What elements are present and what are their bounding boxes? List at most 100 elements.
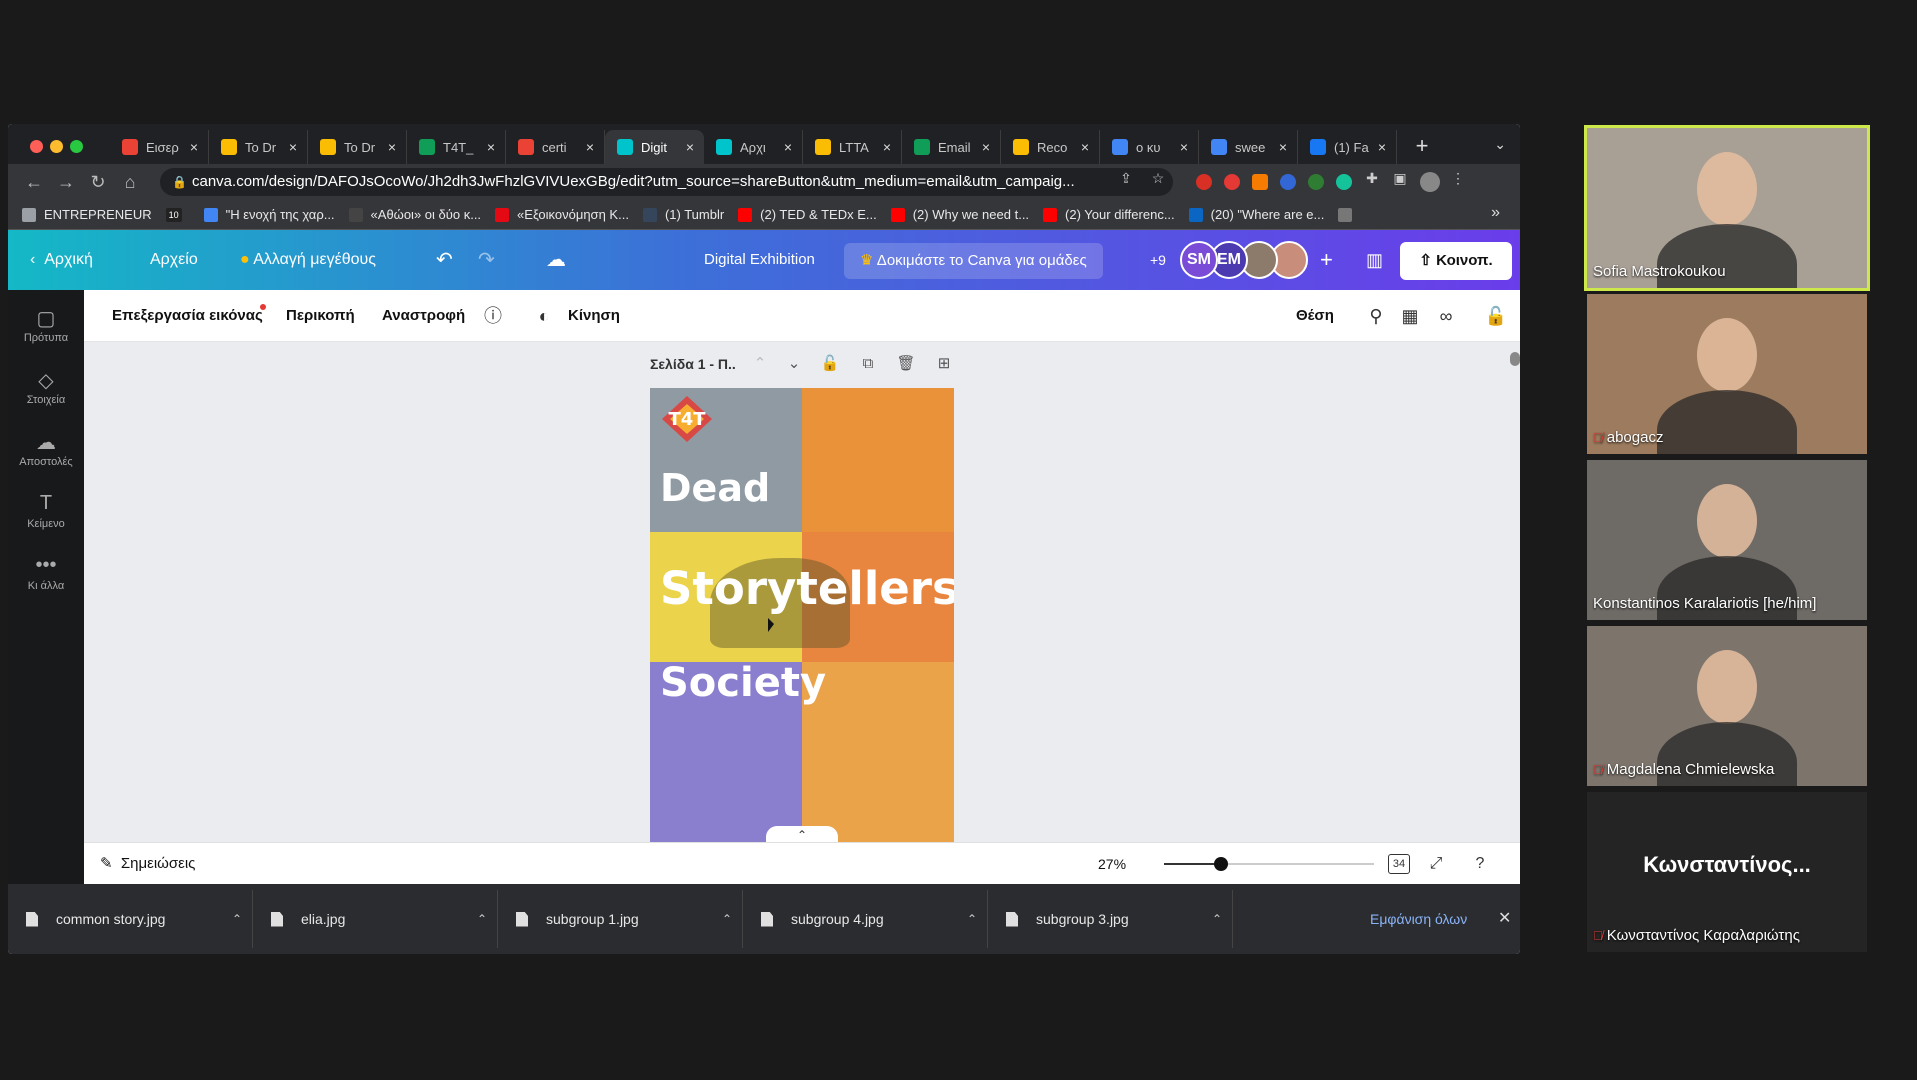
- browser-tab[interactable]: LTTA ×: [803, 130, 902, 164]
- design-text-line-3[interactable]: Society: [660, 660, 826, 706]
- bookmark-star-icon[interactable]: ☆: [1148, 170, 1168, 186]
- sidebar-item-more[interactable]: ••• Κι άλλα: [8, 554, 84, 592]
- browser-tab[interactable]: To Dr ×: [209, 130, 308, 164]
- design-text-line-1[interactable]: Dead: [660, 466, 770, 510]
- close-icon[interactable]: ✕: [1498, 884, 1511, 954]
- design-title[interactable]: Digital Exhibition: [704, 230, 815, 290]
- browser-tab[interactable]: Reco ×: [1001, 130, 1100, 164]
- participant-tile[interactable]: Κωνσταντίνος... 🎙̸ Κωνσταντίνος Καραλαριώτ…: [1587, 792, 1867, 952]
- animate-button[interactable]: Κίνηση: [568, 290, 620, 342]
- profile-avatar[interactable]: [1420, 172, 1440, 192]
- collaborator-avatar[interactable]: SM: [1180, 241, 1218, 279]
- notes-button[interactable]: ✎ Σημειώσεις: [100, 843, 195, 885]
- show-all-downloads-link[interactable]: Εμφάνιση όλων: [1370, 884, 1467, 954]
- close-tab-icon[interactable]: ×: [1176, 139, 1192, 155]
- zoom-percentage[interactable]: 27%: [1098, 843, 1126, 885]
- participant-tile[interactable]: 🎙̸ abogacz: [1587, 294, 1867, 454]
- share-page-icon[interactable]: ⇪: [1116, 170, 1136, 186]
- browser-tab[interactable]: Αρχι ×: [704, 130, 803, 164]
- reload-icon[interactable]: ↻: [86, 170, 110, 194]
- scrollbar-thumb[interactable]: [1510, 352, 1520, 366]
- home-icon[interactable]: ⌂: [118, 170, 142, 194]
- close-tab-icon[interactable]: ×: [682, 139, 698, 155]
- download-item[interactable]: subgroup 1.jpg ⌃: [498, 890, 743, 948]
- sidebar-item-templates[interactable]: ▢ Πρότυπα: [8, 306, 84, 344]
- bookmark-item[interactable]: (2) Why we need t...: [890, 207, 1029, 222]
- participant-tile[interactable]: Konstantinos Karalariotis [he/him]: [1587, 460, 1867, 620]
- sidebar-item-text[interactable]: T Κείμενο: [8, 492, 84, 530]
- zoom-window-button[interactable]: [70, 140, 83, 153]
- chevron-up-icon[interactable]: ⌃: [750, 354, 770, 374]
- side-panel-icon[interactable]: ▣: [1390, 170, 1410, 186]
- close-tab-icon[interactable]: ×: [1374, 139, 1390, 155]
- add-page-icon[interactable]: ⊞: [934, 354, 954, 374]
- insights-chart-icon[interactable]: ▥: [1366, 230, 1383, 290]
- browser-menu-icon[interactable]: ⋮: [1448, 170, 1468, 186]
- browser-tab[interactable]: (1) Fa ×: [1298, 130, 1397, 164]
- bookmark-item[interactable]: ENTREPRENEUR: [22, 207, 152, 222]
- sidebar-item-elements[interactable]: ◇ Στοιχεία: [8, 368, 84, 406]
- resize-button[interactable]: ● Αλλαγή μεγέθους: [240, 230, 376, 290]
- chevron-up-icon[interactable]: ⌃: [957, 912, 987, 926]
- page-count-button[interactable]: 34: [1388, 854, 1410, 874]
- participant-tile[interactable]: Sofia Mastrokoukou: [1584, 125, 1870, 291]
- new-tab-button[interactable]: +: [1408, 132, 1436, 160]
- try-canva-teams-button[interactable]: ♛ Δοκιμάστε το Canva για ομάδες: [844, 243, 1103, 279]
- add-collaborator-icon[interactable]: +: [1320, 230, 1333, 290]
- minimize-window-button[interactable]: [50, 140, 63, 153]
- chevron-up-icon[interactable]: ⌃: [712, 912, 742, 926]
- close-tab-icon[interactable]: ×: [285, 139, 301, 155]
- more-collaborators-count[interactable]: +9: [1150, 230, 1166, 290]
- evernote-icon[interactable]: [1308, 174, 1324, 190]
- close-tab-icon[interactable]: ×: [186, 139, 202, 155]
- extensions-puzzle-icon[interactable]: ✚: [1362, 170, 1382, 186]
- fullscreen-icon[interactable]: ⤢: [1424, 853, 1448, 875]
- design-text-line-2[interactable]: Storytellers: [660, 562, 954, 615]
- bookmark-item[interactable]: [1338, 207, 1360, 222]
- lock-page-icon[interactable]: 🔓: [820, 354, 840, 374]
- chevron-up-icon[interactable]: ⌃: [222, 912, 252, 926]
- design-canvas[interactable]: Σελίδα 1 - Π.. ⌃ ⌄ 🔓 ⧉ 🗑 ⊞ T4T Dead Stor…: [84, 342, 1506, 842]
- undo-icon[interactable]: ↶: [436, 230, 453, 290]
- design-page[interactable]: T4T Dead Storytellers Society ⌃: [650, 388, 954, 842]
- address-bar[interactable]: 🔒 canva.com/design/DAFOJsOcoWo/Jh2dh3JwF…: [160, 168, 1173, 196]
- duplicate-page-icon[interactable]: ⧉: [858, 354, 878, 374]
- page-label[interactable]: Σελίδα 1 - Π..: [650, 356, 736, 372]
- browser-tab[interactable]: Εισερ ×: [110, 130, 209, 164]
- forward-arrow-icon[interactable]: →: [54, 170, 78, 194]
- info-icon[interactable]: ⓘ: [481, 304, 505, 328]
- back-arrow-icon[interactable]: ←: [22, 170, 46, 194]
- paint-roller-icon[interactable]: ⚲: [1364, 304, 1388, 328]
- link-icon[interactable]: ∞: [1434, 304, 1458, 328]
- file-menu[interactable]: Αρχείο: [150, 230, 198, 290]
- download-item[interactable]: subgroup 3.jpg ⌃: [988, 890, 1233, 948]
- close-tab-icon[interactable]: ×: [780, 139, 796, 155]
- close-tab-icon[interactable]: ×: [1077, 139, 1093, 155]
- animate-icon[interactable]: ◐: [532, 304, 556, 328]
- close-window-button[interactable]: [30, 140, 43, 153]
- position-button[interactable]: Θέση: [1296, 290, 1334, 342]
- grammarly-icon[interactable]: [1336, 174, 1352, 190]
- delete-page-icon[interactable]: 🗑: [896, 354, 916, 374]
- bookmark-item[interactable]: (20) "Where are e...: [1188, 207, 1324, 222]
- browser-tab[interactable]: Digit ×: [605, 130, 704, 164]
- download-item[interactable]: common story.jpg ⌃: [8, 890, 253, 948]
- close-tab-icon[interactable]: ×: [483, 139, 499, 155]
- browser-tab[interactable]: certi ×: [506, 130, 605, 164]
- bookmark-item[interactable]: "Η ενοχή της χαρ...: [203, 207, 335, 222]
- chevron-up-icon[interactable]: ⌃: [467, 912, 497, 926]
- browser-tab[interactable]: Email ×: [902, 130, 1001, 164]
- bookmark-item[interactable]: (2) Your differenc...: [1043, 207, 1175, 222]
- zoom-slider[interactable]: [1164, 857, 1374, 871]
- close-tab-icon[interactable]: ×: [384, 139, 400, 155]
- transparency-icon[interactable]: ▦: [1398, 304, 1422, 328]
- extension-red-icon[interactable]: [1196, 174, 1212, 190]
- show-pages-chevron-icon[interactable]: ⌃: [766, 826, 838, 842]
- close-tab-icon[interactable]: ×: [879, 139, 895, 155]
- cloud-saved-icon[interactable]: ☁: [546, 230, 566, 290]
- bookmark-item[interactable]: (2) TED & TEDx E...: [738, 207, 877, 222]
- tab-search-chevron-icon[interactable]: ⌄: [1494, 136, 1506, 153]
- bookmark-item[interactable]: «Εξοικονόμηση Κ...: [495, 207, 629, 222]
- browser-tab[interactable]: T4T_ ×: [407, 130, 506, 164]
- flip-button[interactable]: Αναστροφή: [382, 290, 465, 342]
